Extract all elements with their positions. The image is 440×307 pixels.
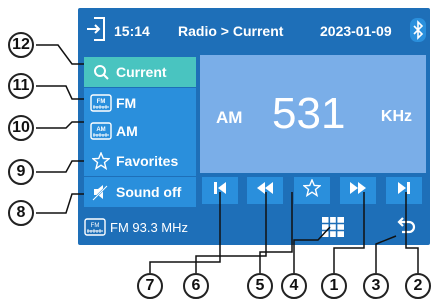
skip-next-icon	[396, 180, 412, 201]
login-icon[interactable]	[86, 16, 106, 42]
sidebar-item-label: Sound off	[116, 184, 182, 200]
frequency-value: 531	[272, 89, 346, 138]
callout-badge: 6	[183, 273, 209, 299]
now-playing-text: FM 93.3 MHz	[110, 219, 189, 235]
skip-previous-icon	[212, 180, 228, 201]
callout-badge: 9	[8, 159, 34, 185]
callout-badge: 12	[8, 32, 34, 58]
rewind-icon	[255, 180, 275, 201]
seek-backward-button[interactable]	[247, 177, 283, 204]
bluetooth-icon[interactable]	[410, 18, 426, 42]
fm-radio-icon-label: FM	[97, 99, 106, 105]
band-label: AM	[216, 108, 243, 127]
sidebar-item-am[interactable]: AM AM	[84, 116, 196, 146]
mute-icon	[90, 183, 112, 201]
clock-time: 15:14	[114, 23, 150, 39]
am-radio-icon-label: AM	[96, 127, 105, 133]
breadcrumb: Radio > Current	[178, 23, 284, 39]
fast-forward-icon	[348, 180, 368, 201]
sidebar-item-label: Current	[116, 64, 167, 80]
sidebar-item-sound-off[interactable]: Sound off	[84, 177, 196, 207]
star-icon	[90, 152, 112, 170]
callout-badge: 10	[8, 115, 34, 141]
frequency-display: AM 531 KHz	[200, 55, 426, 173]
keypad-grid-icon[interactable]	[322, 217, 344, 242]
callout-badge: 1	[321, 273, 347, 299]
fm-radio-icon-label: FM	[91, 223, 100, 229]
callout-badge: 11	[8, 73, 34, 99]
back-icon[interactable]	[396, 216, 416, 241]
callout-badge: 2	[405, 273, 431, 299]
sidebar-item-label: FM	[116, 95, 137, 111]
seek-forward-button[interactable]	[340, 177, 376, 204]
fm-radio-icon: FM	[84, 218, 106, 236]
sidebar-item-label: AM	[116, 123, 138, 139]
callout-badge: 3	[363, 273, 389, 299]
star-icon	[302, 178, 322, 202]
status-bar: 15:14 Radio > Current 2023-01-09	[78, 8, 430, 54]
fm-radio-icon: FM	[90, 94, 112, 112]
sidebar-item-current[interactable]: Current	[84, 57, 196, 87]
add-favorite-button[interactable]	[294, 177, 330, 204]
frequency-unit: KHz	[380, 108, 412, 125]
callout-badge: 8	[8, 200, 34, 226]
search-icon	[90, 63, 112, 81]
sidebar-item-fm[interactable]: FM FM	[84, 88, 196, 118]
date-text: 2023-01-09	[320, 23, 392, 39]
now-playing-info: FM FM 93.3 MHz	[84, 214, 188, 240]
callout-badge: 5	[247, 273, 273, 299]
callout-badge: 7	[137, 273, 163, 299]
sidebar-item-favorites[interactable]: Favorites	[84, 146, 196, 176]
next-station-button[interactable]	[386, 177, 422, 204]
sidebar-item-label: Favorites	[116, 153, 179, 169]
am-radio-icon: AM	[90, 122, 112, 140]
callout-badge: 4	[281, 273, 307, 299]
previous-station-button[interactable]	[202, 177, 238, 204]
